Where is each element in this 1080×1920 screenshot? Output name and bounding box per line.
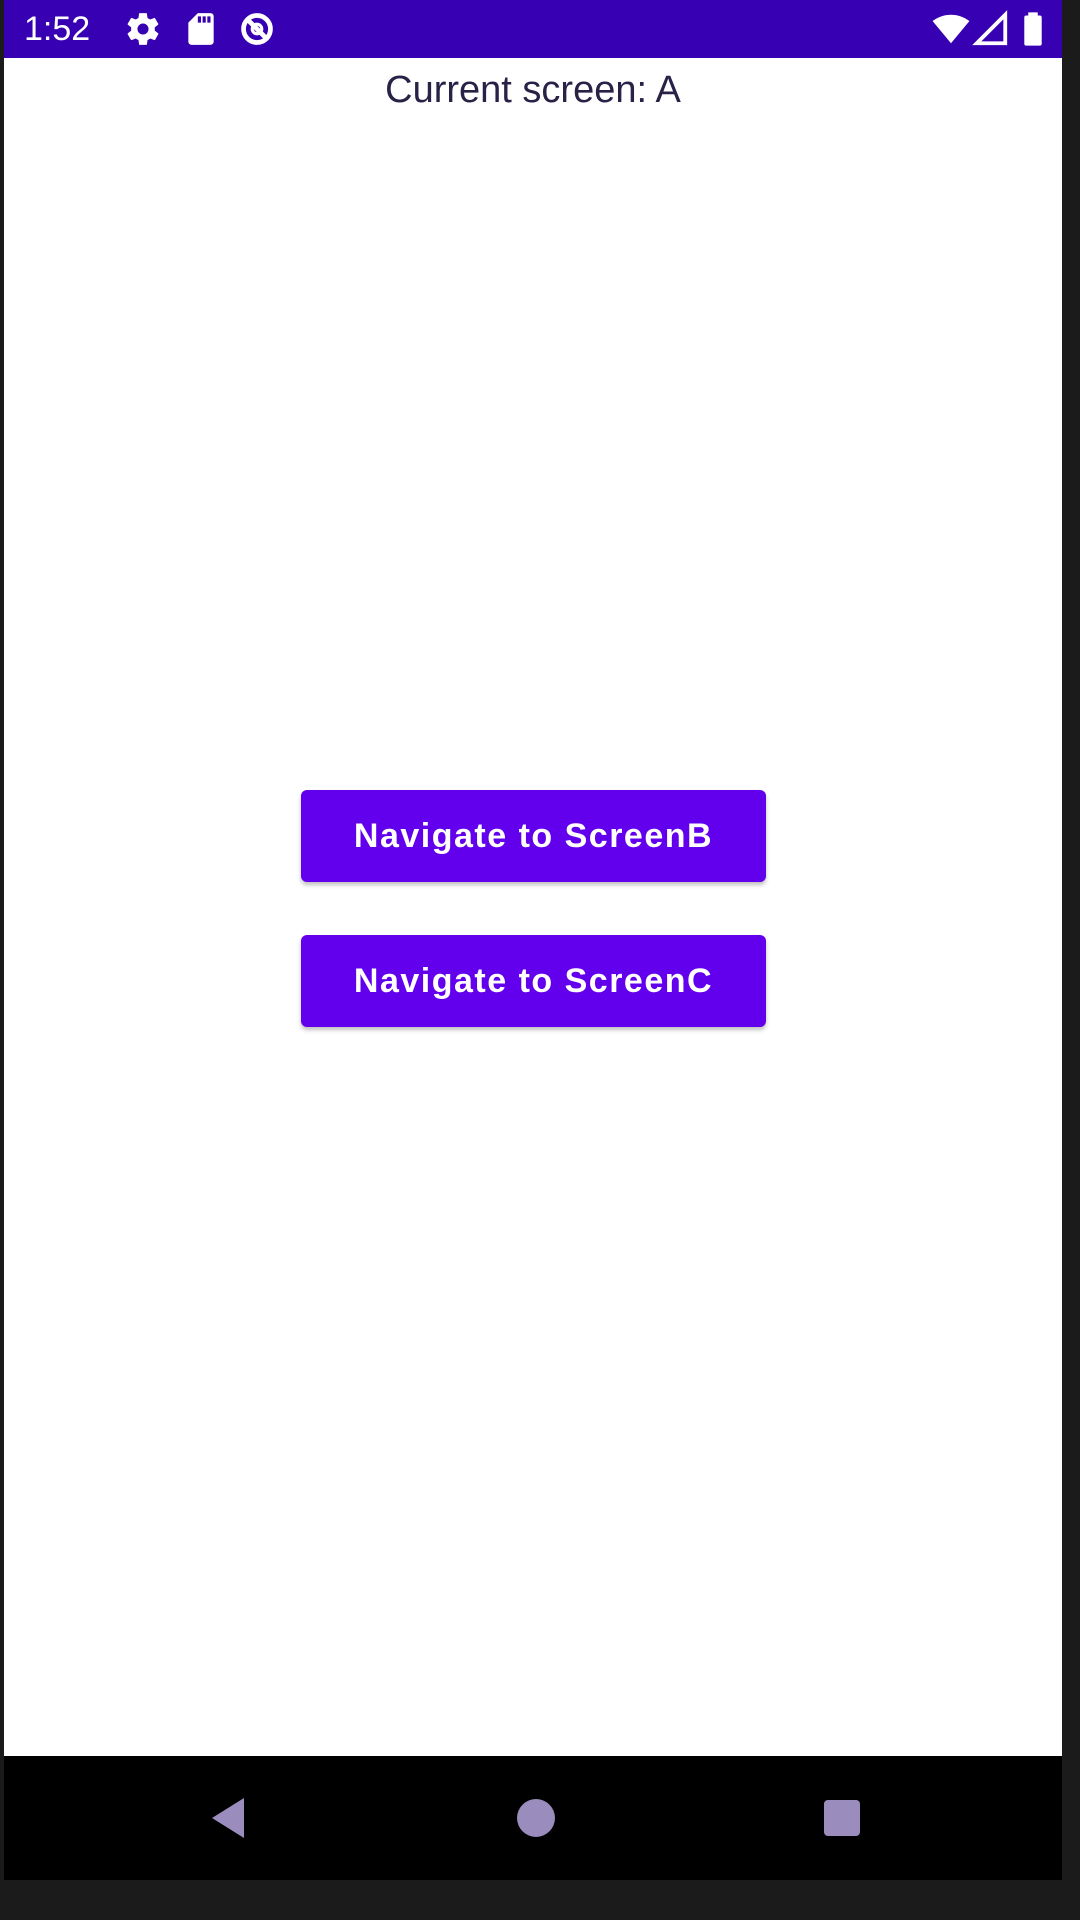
navigate-to-screen-b-button[interactable]: Navigate to ScreenB <box>301 790 766 882</box>
home-icon[interactable] <box>512 1794 560 1842</box>
current-screen-label: Current screen: A <box>385 69 681 111</box>
navigate-to-screen-c-button[interactable]: Navigate to ScreenC <box>301 935 766 1027</box>
app-screen: 1:52 Current screen: A Navigate to Scree… <box>4 0 1062 1880</box>
settings-icon <box>127 13 159 45</box>
status-time: 1:52 <box>24 10 91 48</box>
system-navigation-bar <box>4 1756 1062 1880</box>
data-saver-icon <box>241 13 273 45</box>
back-icon[interactable] <box>204 1794 252 1842</box>
status-bar: 1:52 <box>4 0 1062 58</box>
sd-card-icon <box>188 13 214 45</box>
battery-icon <box>1024 12 1042 46</box>
recents-icon[interactable] <box>818 1794 866 1842</box>
signal-icon <box>972 10 1008 46</box>
device-frame: 1:52 Current screen: A Navigate to Scree… <box>0 0 1080 1920</box>
wifi-icon <box>932 14 970 44</box>
